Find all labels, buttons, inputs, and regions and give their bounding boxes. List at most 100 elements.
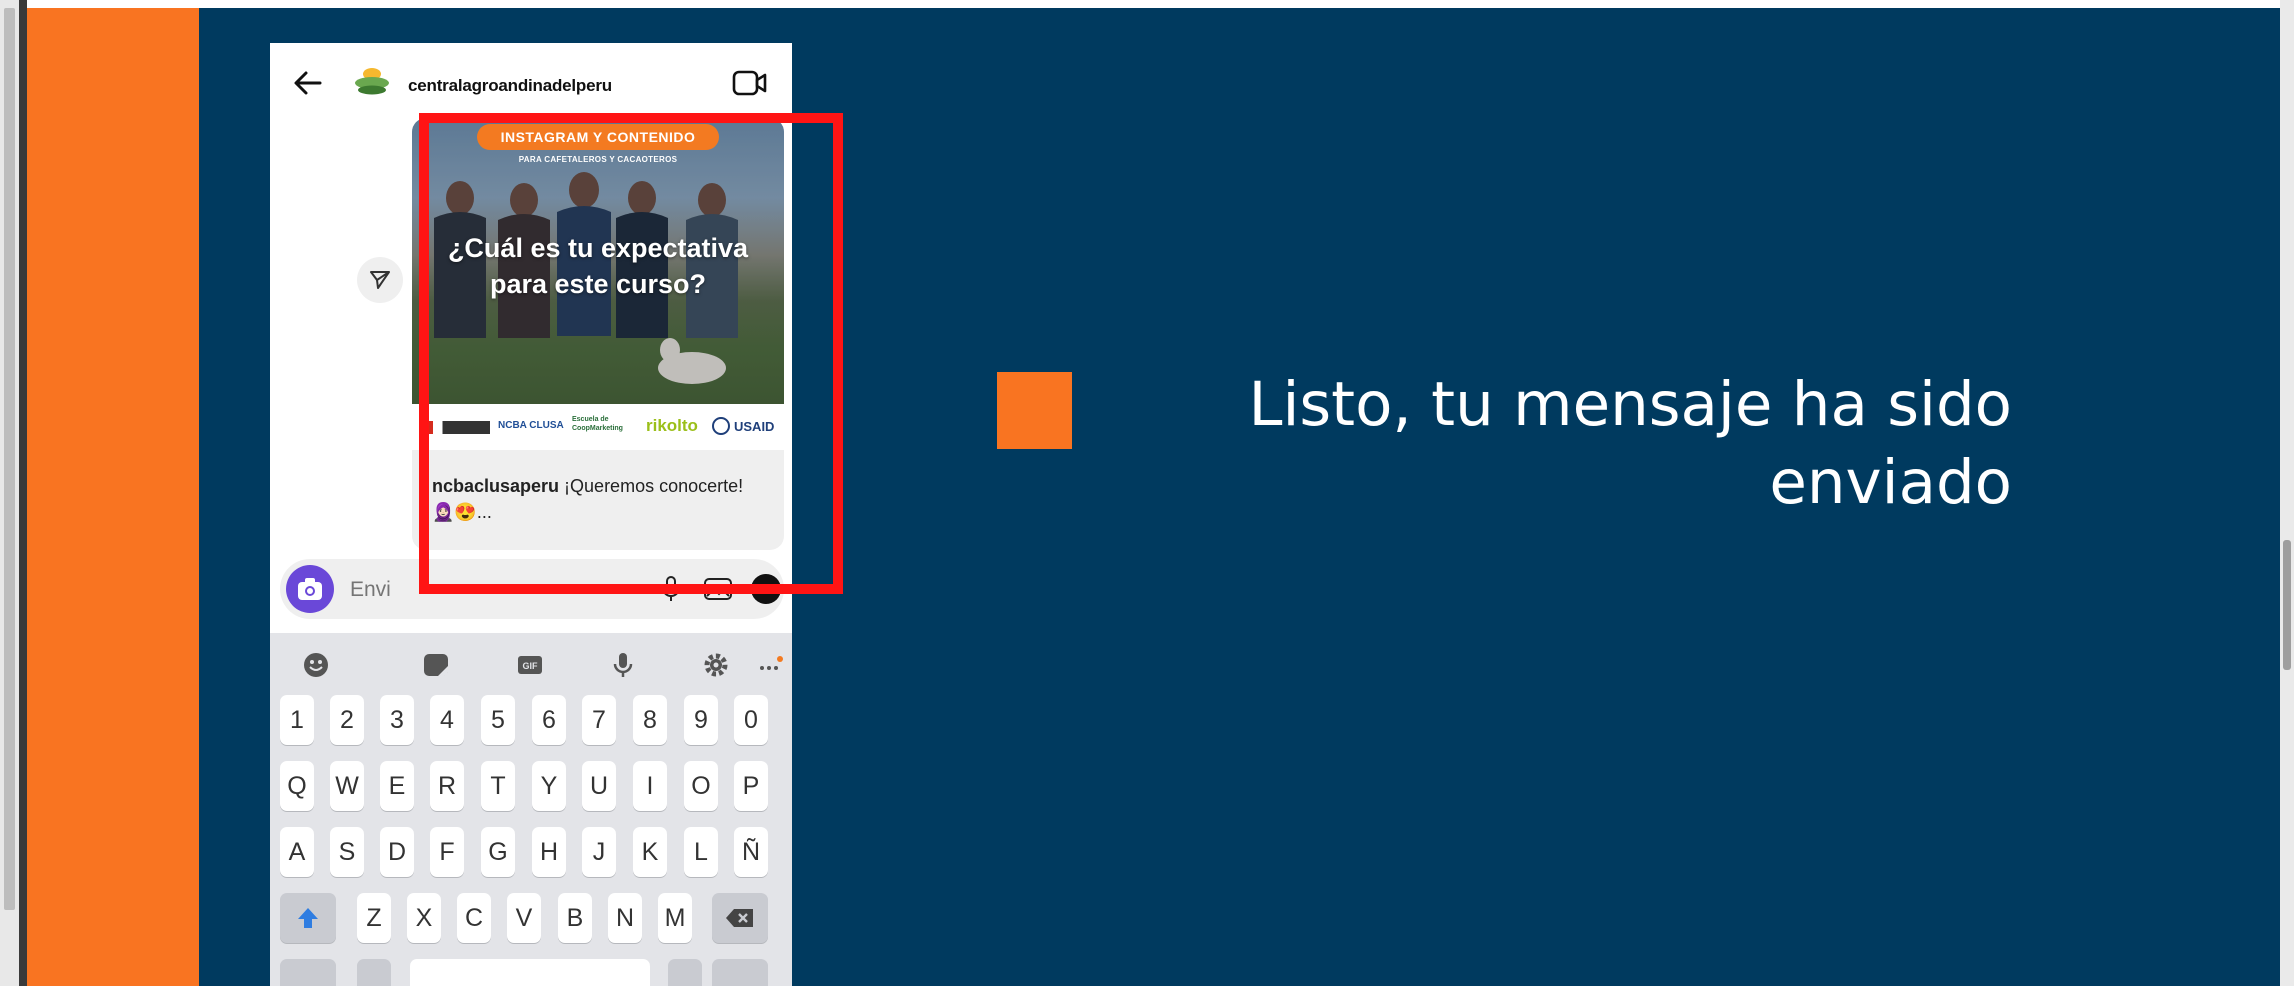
key[interactable]: Y [532, 761, 566, 811]
message-input[interactable] [348, 577, 602, 603]
enter-key[interactable] [712, 959, 768, 986]
chat-header: centralagroandinadelperu [270, 43, 792, 121]
right-scrollbar-thumb[interactable] [2283, 540, 2291, 670]
chat-username[interactable]: centralagroandinadelperu [408, 76, 612, 96]
key[interactable]: 4 [430, 695, 464, 745]
keyboard-row-1: Q W E R T Y U I O P [270, 761, 792, 813]
symbols-key[interactable] [280, 959, 336, 986]
key[interactable]: H [532, 827, 566, 877]
peru-flag-logo [424, 421, 490, 434]
voice-input-icon[interactable] [609, 651, 637, 679]
key[interactable]: N [608, 893, 642, 943]
keyboard-row-numbers: 1 2 3 4 5 6 7 8 9 0 [270, 695, 792, 747]
gif-icon[interactable]: GIF [516, 651, 544, 679]
backspace-key[interactable] [712, 893, 768, 943]
post-subtitle: PARA CAFETALEROS Y CACAOTEROS [518, 155, 678, 164]
key[interactable]: Z [357, 893, 391, 943]
period-key[interactable] [668, 959, 702, 986]
key[interactable]: 7 [582, 695, 616, 745]
post-badge: INSTAGRAM Y CONTENIDO [477, 124, 719, 150]
ncba-logo: NCBA CLUSA [498, 420, 564, 431]
key[interactable]: 2 [330, 695, 364, 745]
comma-key[interactable] [357, 959, 391, 986]
back-arrow-icon[interactable] [290, 65, 326, 101]
key[interactable]: C [457, 893, 491, 943]
on-screen-keyboard: GIF 1 2 3 4 5 6 7 8 9 0 Q W E R T Y U I … [270, 633, 792, 986]
key[interactable]: W [330, 761, 364, 811]
key[interactable]: 5 [481, 695, 515, 745]
key[interactable]: G [481, 827, 515, 877]
key[interactable]: Q [280, 761, 314, 811]
slide-message-line1: Listo, tu mensaje ha sido [1248, 369, 2012, 440]
camera-button[interactable] [286, 565, 334, 613]
post-headline-line1: ¿Cuál es tu expectativa [447, 233, 749, 263]
shift-icon [298, 908, 318, 928]
slide-message: Listo, tu mensaje ha sido enviado [1107, 366, 2012, 522]
coopmarketing-logo: Escuela de CoopMarketing [572, 416, 623, 432]
key[interactable]: Ñ [734, 827, 768, 877]
caption-emoji: 🧕🏻😍... [432, 502, 492, 522]
key[interactable]: M [658, 893, 692, 943]
key[interactable]: B [558, 893, 592, 943]
orange-side-band [27, 8, 199, 986]
message-composer [280, 559, 784, 619]
key[interactable]: 6 [532, 695, 566, 745]
key[interactable]: R [430, 761, 464, 811]
caption-username[interactable]: ncbaclusaperu [432, 476, 559, 496]
key[interactable]: S [330, 827, 364, 877]
post-headline-line2: para este curso? [489, 269, 707, 299]
key[interactable]: 3 [380, 695, 414, 745]
left-scrollbar[interactable] [0, 0, 19, 986]
key[interactable]: J [582, 827, 616, 877]
key[interactable]: D [380, 827, 414, 877]
phone-screenshot: centralagroandinadelperu INSTAGRAM Y CON… [270, 43, 792, 986]
share-icon [370, 271, 390, 289]
right-scrollbar[interactable] [2280, 0, 2294, 986]
key[interactable]: K [633, 827, 667, 877]
gallery-icon[interactable] [704, 577, 732, 601]
key[interactable]: V [507, 893, 541, 943]
shift-key[interactable] [280, 893, 336, 943]
usaid-logo-text: USAID [734, 419, 775, 434]
post-headline: ¿Cuál es tu expectativa para este curso? [412, 230, 784, 302]
keyboard-row-4 [270, 959, 792, 986]
key[interactable]: X [407, 893, 441, 943]
more-icon[interactable] [756, 651, 784, 679]
key[interactable]: 1 [280, 695, 314, 745]
slide-message-line2: enviado [1769, 447, 2012, 518]
video-call-icon[interactable] [732, 68, 768, 98]
key[interactable]: F [430, 827, 464, 877]
key[interactable]: E [380, 761, 414, 811]
key[interactable]: U [582, 761, 616, 811]
post-image: INSTAGRAM Y CONTENIDO PARA CAFETALEROS Y… [412, 118, 784, 404]
key[interactable]: A [280, 827, 314, 877]
space-key[interactable] [410, 959, 650, 986]
avatar-logo[interactable] [352, 62, 392, 102]
post-caption: ncbaclusaperu ¡Queremos conocerte! 🧕🏻😍..… [432, 473, 772, 525]
sticker-tool-icon[interactable] [422, 651, 450, 679]
microphone-icon[interactable] [662, 576, 680, 602]
key[interactable]: 9 [684, 695, 718, 745]
sticker-icon[interactable] [751, 574, 781, 604]
slide-border [19, 0, 27, 986]
key[interactable]: L [684, 827, 718, 877]
settings-icon[interactable] [702, 651, 730, 679]
key[interactable]: O [684, 761, 718, 811]
key[interactable]: P [734, 761, 768, 811]
caption-text: ¡Queremos conocerte! [559, 476, 744, 496]
left-scrollbar-thumb[interactable] [4, 8, 15, 910]
key[interactable]: I [633, 761, 667, 811]
sponsor-logos: NCBA CLUSA Escuela de CoopMarketing riko… [412, 404, 784, 450]
share-button[interactable] [357, 257, 403, 303]
camera-icon [298, 578, 322, 600]
keyboard-row-2: A S D F G H J K L Ñ [270, 827, 792, 879]
key[interactable]: 8 [633, 695, 667, 745]
key[interactable]: T [481, 761, 515, 811]
emoji-icon[interactable] [302, 651, 330, 679]
shared-post-card[interactable]: INSTAGRAM Y CONTENIDO PARA CAFETALEROS Y… [412, 118, 784, 550]
backspace-icon [726, 909, 753, 927]
orange-bullet-square [997, 372, 1072, 449]
key[interactable]: 0 [734, 695, 768, 745]
keyboard-row-3: Z X C V B N M [270, 893, 792, 945]
presentation-slide: centralagroandinadelperu INSTAGRAM Y CON… [27, 8, 2280, 986]
